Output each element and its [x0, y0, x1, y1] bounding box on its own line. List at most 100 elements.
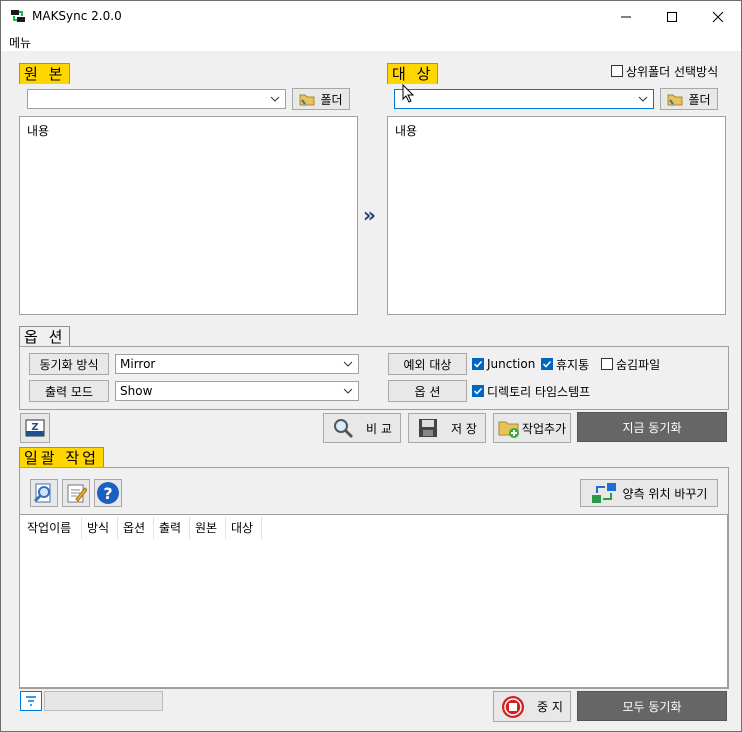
column-divider[interactable] — [189, 517, 190, 539]
direction-arrow-icon: » — [363, 203, 376, 227]
target-path-combo[interactable] — [394, 89, 654, 109]
target-content-text: 내용 — [395, 124, 418, 138]
target-header: 대 상 — [387, 63, 439, 84]
checkmark-icon — [472, 385, 484, 397]
swap-sides-label: 양측 위치 바꾸기 — [622, 486, 708, 501]
chevron-down-icon — [343, 388, 353, 394]
output-mode-combo[interactable]: Show — [115, 381, 359, 401]
recycle-bin-label: 휴지통 — [556, 357, 590, 372]
sync-mode-label: 동기화 방식 — [39, 357, 99, 372]
hidden-files-checkbox[interactable]: 숨김파일 — [601, 356, 660, 372]
source-path-combo[interactable] — [27, 89, 286, 109]
magnifier-icon — [334, 419, 354, 439]
maximize-button[interactable] — [649, 1, 695, 32]
swap-sides-button[interactable]: 양측 위치 바꾸기 — [580, 479, 718, 507]
dir-timestamp-label: 디렉토리 타임스템프 — [487, 384, 591, 399]
column-divider[interactable] — [261, 517, 262, 539]
folder-icon — [667, 94, 683, 106]
menu-bar: 메뉴 — [1, 32, 741, 51]
column-header-source[interactable]: 원본 — [195, 519, 217, 537]
job-list[interactable]: 작업이름 방식 옵션 출력 원본 대상 — [19, 514, 728, 688]
edit-note-icon — [67, 484, 87, 503]
minimize-button[interactable] — [603, 1, 649, 32]
filter-button[interactable] — [20, 691, 42, 711]
close-icon — [712, 11, 724, 22]
add-job-label: 작업추가 — [521, 421, 567, 436]
chevron-down-icon — [638, 96, 648, 102]
stop-label: 중 지 — [537, 700, 563, 714]
app-window: MAKSync 2.0.0 메뉴 원 본 폴더 내용 » 대 상 상위폴더 선택… — [0, 0, 742, 732]
sync-all-label: 모두 동기화 — [622, 699, 682, 714]
app-sync-icon — [11, 10, 25, 22]
batch-header: 일괄 작업 — [19, 447, 104, 468]
svg-text:?: ? — [103, 484, 112, 503]
checkmark-icon — [541, 358, 553, 370]
swap-icon — [591, 483, 616, 503]
checkbox-icon — [611, 65, 623, 77]
compare-button[interactable]: 비 교 — [323, 413, 401, 443]
chevron-down-icon — [270, 96, 280, 102]
folder-add-icon — [498, 421, 519, 438]
dir-timestamp-checkbox[interactable]: 디렉토리 타임스템프 — [472, 383, 590, 399]
sync-now-label: 지금 동기화 — [622, 420, 682, 435]
compare-label: 비 교 — [366, 421, 392, 436]
search-document-icon — [33, 483, 51, 503]
chevron-down-icon — [343, 361, 353, 367]
output-mode-label: 출력 모드 — [45, 384, 93, 399]
column-header-output[interactable]: 출력 — [159, 519, 181, 537]
menu-item[interactable]: 메뉴 — [9, 34, 31, 51]
column-divider[interactable] — [225, 517, 226, 539]
hidden-files-label: 숨김파일 — [616, 357, 661, 372]
target-content-box[interactable]: 내용 — [387, 116, 726, 315]
column-divider[interactable] — [153, 517, 154, 539]
stop-button[interactable]: 중 지 — [493, 691, 571, 722]
column-divider[interactable] — [81, 517, 82, 539]
column-divider[interactable] — [117, 517, 118, 539]
junction-checkbox[interactable]: Junction — [472, 356, 535, 372]
checkbox-icon — [601, 358, 613, 370]
source-content-box[interactable]: 내용 — [19, 116, 358, 315]
minimize-icon — [621, 16, 631, 17]
column-header-mode[interactable]: 방식 — [87, 519, 109, 537]
sync-mode-button[interactable]: 동기화 방식 — [29, 353, 109, 375]
column-header-target[interactable]: 대상 — [231, 519, 253, 537]
parent-folder-label: 상위폴더 선택방식 — [626, 64, 719, 79]
zip-archive-icon: Z — [25, 419, 45, 437]
target-folder-button[interactable]: 폴더 — [660, 88, 718, 110]
title-bar: MAKSync 2.0.0 — [1, 1, 741, 32]
target-folder-label: 폴더 — [688, 92, 711, 107]
sync-mode-value: Mirror — [120, 357, 156, 371]
recycle-bin-checkbox[interactable]: 휴지통 — [541, 356, 589, 372]
output-mode-value: Show — [120, 384, 153, 398]
junction-label: Junction — [487, 357, 536, 371]
view-log-button[interactable] — [30, 479, 58, 507]
folder-icon — [299, 94, 315, 106]
sync-mode-combo[interactable]: Mirror — [115, 354, 359, 374]
help-question-icon: ? — [97, 482, 119, 504]
edit-job-button[interactable] — [62, 479, 90, 507]
close-button[interactable] — [695, 1, 741, 32]
svg-text:Z: Z — [31, 422, 38, 433]
option-label: 옵 션 — [414, 384, 441, 399]
option-button[interactable]: 옵 션 — [388, 380, 467, 402]
help-button[interactable]: ? — [94, 479, 122, 507]
floppy-disk-icon — [419, 419, 438, 437]
source-folder-button[interactable]: 폴더 — [292, 88, 350, 110]
mouse-cursor-icon — [402, 84, 415, 103]
column-header-job-name[interactable]: 작업이름 — [27, 519, 71, 537]
sync-now-button[interactable]: 지금 동기화 — [577, 412, 727, 442]
source-content-text: 내용 — [27, 124, 50, 138]
exclude-label: 예외 대상 — [403, 357, 452, 372]
sync-all-button[interactable]: 모두 동기화 — [577, 691, 727, 721]
output-mode-button[interactable]: 출력 모드 — [29, 380, 109, 402]
options-header: 옵 션 — [19, 326, 71, 347]
parent-folder-checkbox[interactable]: 상위폴더 선택방식 — [611, 63, 718, 79]
window-title: MAKSync 2.0.0 — [32, 9, 122, 23]
column-header-option[interactable]: 옵션 — [123, 519, 145, 537]
source-header: 원 본 — [19, 63, 71, 84]
compress-button[interactable]: Z — [20, 413, 50, 443]
save-button[interactable]: 저 장 — [408, 413, 486, 443]
exclude-button[interactable]: 예외 대상 — [388, 353, 467, 375]
add-job-button[interactable]: 작업추가 — [493, 413, 571, 443]
maximize-icon — [667, 11, 677, 22]
